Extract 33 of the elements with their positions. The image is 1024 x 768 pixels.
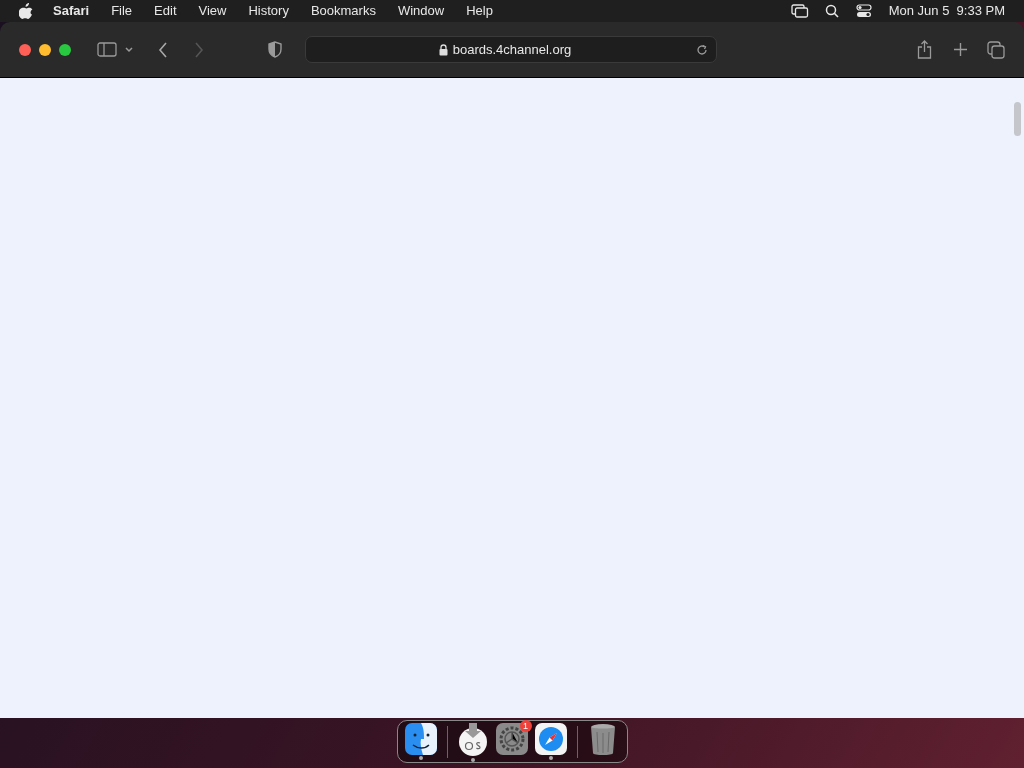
- menu-bar-clock[interactable]: Mon Jun 5 9:33 PM: [888, 1, 1005, 21]
- app-menu[interactable]: Safari: [53, 1, 90, 21]
- gear-icon[interactable]: [496, 723, 528, 755]
- chevron-down-icon[interactable]: [125, 46, 133, 53]
- installer-icon[interactable]: [457, 721, 489, 757]
- address-bar[interactable]: boards.4channel.org: [305, 36, 717, 63]
- menu-item[interactable]: File: [111, 1, 133, 21]
- trash-icon[interactable]: [590, 723, 616, 755]
- menu-item[interactable]: Edit: [154, 1, 177, 21]
- back-icon[interactable]: [158, 41, 168, 58]
- lock-icon: [438, 43, 448, 56]
- sidebar-icon[interactable]: [97, 42, 117, 57]
- plus-icon[interactable]: [953, 42, 968, 57]
- windows-icon[interactable]: [790, 4, 809, 18]
- menu-item[interactable]: View: [198, 1, 227, 21]
- menu-item[interactable]: Help: [466, 1, 493, 21]
- share-icon[interactable]: [917, 40, 932, 59]
- menu-item[interactable]: Window: [397, 1, 445, 21]
- menu-item[interactable]: History: [248, 1, 289, 21]
- zoom-button[interactable]: [59, 43, 71, 56]
- close-button[interactable]: [19, 43, 31, 56]
- apple-logo-icon[interactable]: [19, 3, 33, 19]
- scrollbar-thumb[interactable]: [1013, 102, 1021, 136]
- minimize-button[interactable]: [39, 43, 51, 56]
- compass-icon[interactable]: [535, 723, 567, 755]
- toggles-icon[interactable]: [855, 4, 872, 18]
- reload-icon[interactable]: [696, 43, 708, 56]
- menu-item[interactable]: Bookmarks: [310, 1, 376, 21]
- url-text: boards.4channel.org: [452, 40, 572, 59]
- tabs-overview-icon[interactable]: [987, 40, 1005, 59]
- shield-icon[interactable]: [268, 41, 282, 58]
- search-icon[interactable]: [824, 4, 839, 18]
- finder-icon[interactable]: [405, 723, 437, 755]
